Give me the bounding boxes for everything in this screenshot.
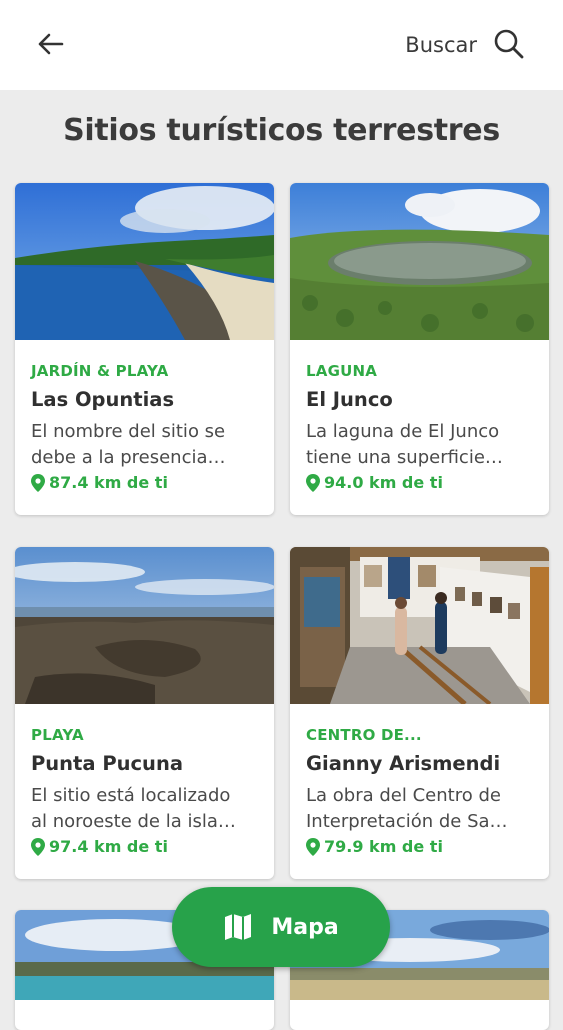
top-app-bar: Buscar bbox=[0, 0, 563, 90]
magnifier-icon bbox=[494, 29, 524, 59]
site-card-gianny-arismendi[interactable]: CENTRO DE... Gianny Arismendi La obra de… bbox=[290, 547, 549, 879]
site-description: La laguna de El Junco tiene una superfic… bbox=[306, 419, 542, 471]
site-category: PLAYA bbox=[31, 726, 84, 744]
description-line: La laguna de El Junco bbox=[306, 421, 500, 442]
site-distance: 79.9 km de ti bbox=[306, 837, 443, 856]
description-line: El nombre del sitio se bbox=[31, 421, 226, 442]
location-pin-icon bbox=[306, 473, 320, 492]
site-name: Gianny Arismendi bbox=[306, 752, 501, 775]
description-line: tiene una superficie… bbox=[306, 447, 503, 468]
description-line: El sitio está localizado bbox=[31, 785, 231, 806]
site-category: JARDÍN & PLAYA bbox=[31, 362, 169, 380]
site-card-punta-pucuna[interactable]: PLAYA Punta Pucuna El sitio está localiz… bbox=[15, 547, 274, 879]
page-title: Sitios turísticos terrestres bbox=[63, 113, 500, 148]
site-description: El nombre del sitio se debe a la presenc… bbox=[31, 419, 267, 471]
site-photo bbox=[15, 183, 274, 340]
site-photo bbox=[290, 183, 549, 340]
site-category: LAGUNA bbox=[306, 362, 378, 380]
distance-text: 87.4 km de ti bbox=[49, 473, 168, 492]
distance-text: 94.0 km de ti bbox=[324, 473, 443, 492]
location-pin-icon bbox=[306, 837, 320, 856]
site-photo bbox=[15, 547, 274, 704]
site-distance: 94.0 km de ti bbox=[306, 473, 443, 492]
search-label[interactable]: Buscar bbox=[405, 33, 477, 57]
site-distance: 97.4 km de ti bbox=[31, 837, 168, 856]
back-button[interactable] bbox=[30, 24, 70, 64]
search-button[interactable] bbox=[491, 26, 527, 62]
site-description: El sitio está localizado al noroeste de … bbox=[31, 783, 267, 835]
description-line: Interpretación de Sa… bbox=[306, 811, 508, 832]
location-pin-icon bbox=[31, 473, 45, 492]
distance-text: 97.4 km de ti bbox=[49, 837, 168, 856]
map-button[interactable]: Mapa bbox=[172, 887, 390, 967]
description-line: debe a la presencia… bbox=[31, 447, 226, 468]
arrow-left-icon bbox=[38, 33, 64, 55]
site-name: Punta Pucuna bbox=[31, 752, 183, 775]
site-category: CENTRO DE... bbox=[306, 726, 422, 744]
site-description: La obra del Centro de Interpretación de … bbox=[306, 783, 542, 835]
description-line: La obra del Centro de bbox=[306, 785, 501, 806]
description-line: al noroeste de la isla… bbox=[31, 811, 236, 832]
site-name: El Junco bbox=[306, 388, 393, 411]
site-photo bbox=[290, 547, 549, 704]
distance-text: 79.9 km de ti bbox=[324, 837, 443, 856]
site-distance: 87.4 km de ti bbox=[31, 473, 168, 492]
site-name: Las Opuntias bbox=[31, 388, 175, 411]
site-card-el-junco[interactable]: LAGUNA El Junco La laguna de El Junco ti… bbox=[290, 183, 549, 515]
location-pin-icon bbox=[31, 837, 45, 856]
map-button-label: Mapa bbox=[271, 914, 339, 940]
site-card-las-opuntias[interactable]: JARDÍN & PLAYA Las Opuntias El nombre de… bbox=[15, 183, 274, 515]
map-icon bbox=[225, 914, 252, 940]
